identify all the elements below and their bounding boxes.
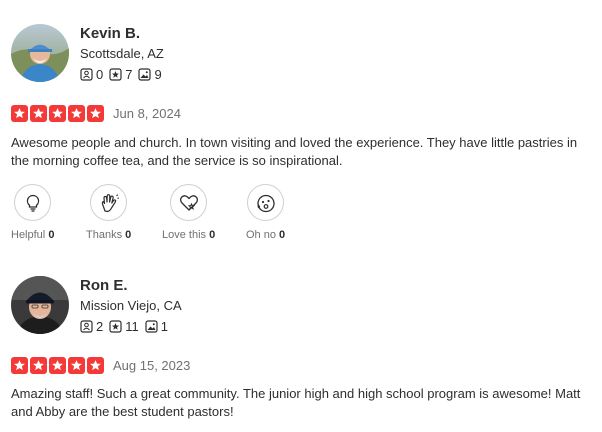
review-count-icon bbox=[80, 320, 93, 333]
star-icon bbox=[11, 105, 28, 122]
reaction-label: Thanks bbox=[86, 229, 123, 241]
star-rating: Jun 8, 2024 bbox=[11, 105, 181, 122]
love-this-button[interactable] bbox=[170, 184, 208, 221]
reviewer-location: Scottsdale, AZ bbox=[80, 46, 164, 61]
reviewer-location: Mission Viejo, CA bbox=[80, 298, 182, 313]
lightbulb-icon bbox=[26, 194, 39, 212]
photo-icon bbox=[145, 320, 158, 333]
reviewer-name[interactable]: Ron E. bbox=[80, 277, 128, 294]
thanks-reaction[interactable]: Thanks 0 bbox=[86, 184, 131, 241]
star-box-icon bbox=[109, 320, 122, 333]
helpful-button[interactable] bbox=[14, 184, 52, 221]
star-icon bbox=[30, 357, 47, 374]
review-count-value: 2 bbox=[96, 319, 104, 334]
love-this-reaction[interactable]: Love this 0 bbox=[162, 184, 215, 241]
star-icon bbox=[49, 105, 66, 122]
review-count-icon bbox=[80, 68, 93, 81]
photo-count: 9 bbox=[138, 67, 162, 82]
friend-count-value: 11 bbox=[125, 319, 139, 334]
reaction-label: Love this bbox=[162, 229, 207, 241]
star-icon bbox=[87, 357, 104, 374]
reviewer-stats: 2 11 1 bbox=[80, 319, 174, 334]
star-box-icon bbox=[109, 68, 122, 81]
reviewer-name[interactable]: Kevin B. bbox=[80, 25, 140, 42]
star-icon bbox=[30, 105, 47, 122]
star-rating: Aug 15, 2023 bbox=[11, 357, 190, 374]
friend-count: 11 bbox=[109, 319, 139, 334]
surprised-face-icon bbox=[256, 194, 275, 212]
helpful-reaction[interactable]: Helpful 0 bbox=[11, 184, 54, 241]
heart-icon bbox=[179, 194, 198, 211]
reaction-bar: Helpful 0 Thanks 0 Love this 0 Oh no 0 bbox=[0, 184, 602, 244]
review-date: Jun 8, 2024 bbox=[113, 106, 181, 121]
oh-no-reaction[interactable]: Oh no 0 bbox=[246, 184, 285, 241]
avatar[interactable] bbox=[11, 276, 69, 334]
reaction-label: Oh no bbox=[246, 229, 276, 241]
star-icon bbox=[68, 357, 85, 374]
review-text: Awesome people and church. In town visit… bbox=[11, 135, 578, 168]
friend-count: 7 bbox=[109, 67, 132, 82]
review-count: 0 bbox=[80, 67, 103, 82]
photo-icon bbox=[138, 68, 152, 81]
oh-no-button[interactable] bbox=[247, 184, 285, 221]
reaction-count: 0 bbox=[125, 229, 132, 241]
friend-count-value: 7 bbox=[125, 67, 133, 82]
star-icon bbox=[68, 105, 85, 122]
photo-count: 1 bbox=[145, 319, 168, 334]
review-count-value: 0 bbox=[96, 67, 104, 82]
reaction-label: Helpful bbox=[11, 229, 46, 241]
reviewer-stats: 0 7 9 bbox=[80, 67, 168, 82]
reaction-count: 0 bbox=[209, 229, 216, 241]
photo-count-value: 1 bbox=[160, 319, 168, 334]
reaction-count: 0 bbox=[48, 229, 55, 241]
review-text: Amazing staff! Such a great community. T… bbox=[11, 386, 581, 419]
review-date: Aug 15, 2023 bbox=[113, 358, 191, 373]
avatar[interactable] bbox=[11, 24, 69, 82]
review-count: 2 bbox=[80, 319, 103, 334]
photo-count-value: 9 bbox=[154, 67, 162, 82]
star-icon bbox=[11, 357, 28, 374]
star-icon bbox=[49, 357, 66, 374]
star-icon bbox=[87, 105, 104, 122]
clapping-hands-icon bbox=[101, 193, 119, 212]
reaction-count: 0 bbox=[279, 229, 286, 241]
thanks-button[interactable] bbox=[90, 184, 128, 221]
